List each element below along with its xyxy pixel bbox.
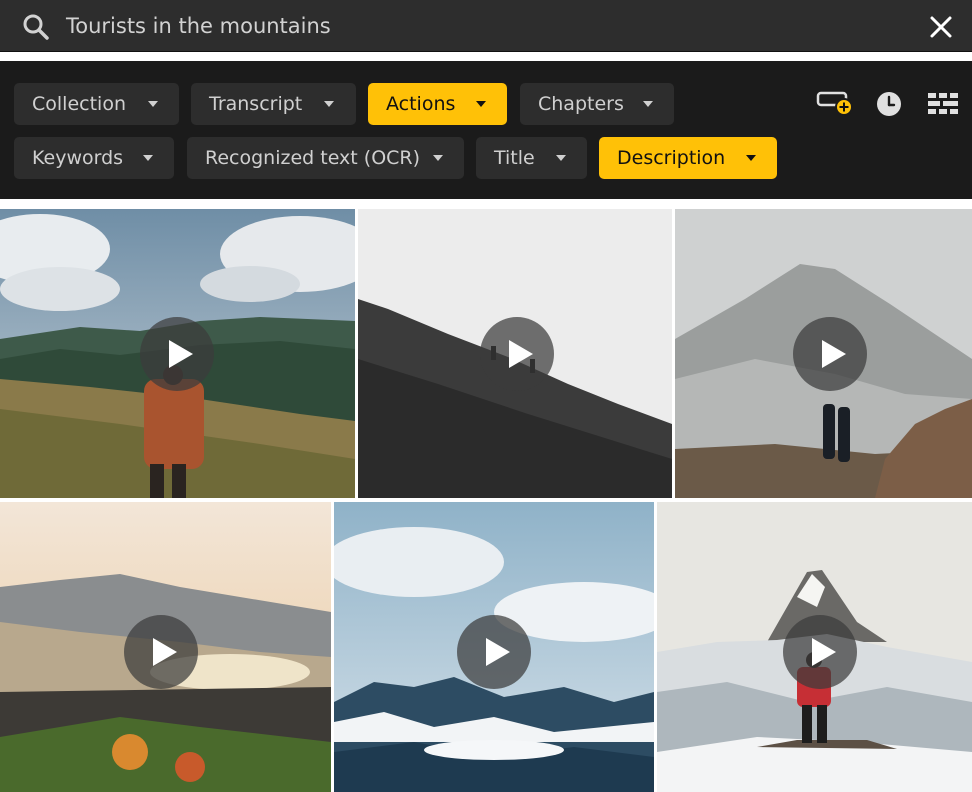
filter-chip-label: Description: [617, 147, 726, 169]
search-input[interactable]: Tourists in the mountains: [66, 12, 331, 40]
play-icon[interactable]: [793, 317, 867, 391]
play-icon[interactable]: [124, 615, 198, 689]
filter-chip-title[interactable]: Title: [476, 137, 587, 179]
chevron-down-icon: [324, 101, 334, 107]
chevron-down-icon: [143, 155, 153, 161]
chevron-down-icon: [643, 101, 653, 107]
filter-chip-label: Actions: [386, 93, 456, 115]
filter-chip-description[interactable]: Description: [599, 137, 777, 179]
play-icon[interactable]: [457, 615, 531, 689]
filter-chip-transcript[interactable]: Transcript: [191, 83, 356, 125]
play-icon[interactable]: [140, 317, 214, 391]
filter-chip-collection[interactable]: Collection: [14, 83, 179, 125]
chevron-down-icon: [433, 155, 443, 161]
filter-chip-label: Keywords: [32, 147, 124, 169]
add-collection-icon[interactable]: [816, 90, 854, 120]
chevron-down-icon: [148, 101, 158, 107]
search-icon: [23, 14, 49, 40]
play-icon[interactable]: [480, 317, 554, 391]
close-icon[interactable]: [928, 14, 954, 40]
filter-chip-label: Title: [494, 147, 535, 169]
play-icon[interactable]: [783, 615, 857, 689]
video-thumbnail[interactable]: [334, 502, 654, 792]
filter-bar: Collection Transcript Actions Chapters K…: [0, 61, 972, 199]
filter-chip-chapters[interactable]: Chapters: [520, 83, 674, 125]
chevron-down-icon: [476, 101, 486, 107]
chevron-down-icon: [746, 155, 756, 161]
filter-chip-label: Collection: [32, 93, 126, 115]
grid-view-icon[interactable]: [928, 93, 958, 115]
video-thumbnail[interactable]: [657, 502, 972, 792]
history-icon[interactable]: [876, 91, 902, 117]
filter-chip-keywords[interactable]: Keywords: [14, 137, 174, 179]
filter-chip-label: Chapters: [538, 93, 624, 115]
filter-chip-label: Transcript: [209, 93, 303, 115]
video-thumbnail[interactable]: [0, 502, 331, 792]
chevron-down-icon: [556, 155, 566, 161]
video-thumbnail[interactable]: [675, 209, 972, 498]
video-thumbnail[interactable]: [358, 209, 672, 498]
search-bar: Tourists in the mountains: [0, 0, 972, 52]
filter-chip-actions[interactable]: Actions: [368, 83, 507, 125]
video-thumbnail[interactable]: [0, 209, 355, 498]
filter-chip-label: Recognized text (OCR): [205, 147, 421, 169]
filter-chip-ocr[interactable]: Recognized text (OCR): [187, 137, 464, 179]
